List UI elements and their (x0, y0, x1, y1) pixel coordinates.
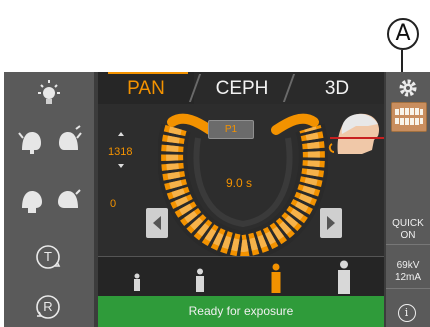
patient-head-left-icon[interactable] (16, 124, 46, 154)
light-bulb-icon[interactable] (36, 80, 62, 110)
tab-ceph[interactable]: CEPH (196, 72, 288, 104)
next-arrow-button[interactable] (320, 208, 342, 238)
tab-3d[interactable]: 3D (290, 72, 384, 104)
info-icon: i (398, 304, 416, 322)
xray-control-panel: T R PAN CEPH 3D 1318 0 P1 9.0 s Ready fo… (4, 72, 430, 327)
left-toolbar: T R (4, 72, 94, 327)
dentition-preview-button[interactable] (391, 102, 427, 132)
ma-value[interactable]: 12mA (386, 272, 430, 284)
r-rotate-icon[interactable]: R (35, 294, 61, 320)
program-badge[interactable]: P1 (208, 120, 254, 139)
arrow-left-icon (153, 216, 161, 230)
patient-adult-medium-icon[interactable] (270, 263, 282, 293)
annotation-callout-a: A (387, 18, 419, 50)
r-rotate-letter: R (43, 299, 53, 314)
gear-icon[interactable] (398, 78, 418, 98)
left-value-2[interactable]: 0 (110, 198, 116, 210)
t-rotate-letter: T (44, 249, 52, 264)
teeth-icon (392, 103, 426, 131)
info-button[interactable]: i (386, 300, 430, 327)
patient-size-selector (98, 256, 384, 297)
arrow-right-icon (327, 216, 335, 230)
quick-mode-state[interactable]: ON (386, 230, 430, 242)
left-value-1[interactable]: 1318 (108, 146, 132, 158)
patient-head-right-icon[interactable] (54, 124, 84, 154)
patient-head-back-right-icon[interactable] (54, 184, 84, 214)
patient-adult-large-icon[interactable] (336, 260, 352, 294)
t-rotate-icon[interactable]: T (35, 244, 61, 270)
patient-child-icon[interactable] (194, 268, 206, 292)
mode-tabs: PAN CEPH 3D (98, 72, 384, 104)
decrease-arrow-icon[interactable] (118, 164, 124, 168)
right-toolbar: QUICK ON 69kV 12mA i (386, 72, 430, 327)
divider (386, 288, 430, 289)
divider (386, 244, 430, 245)
quick-mode-label[interactable]: QUICK (386, 218, 430, 230)
status-bar: Ready for exposure (98, 296, 384, 327)
increase-arrow-icon[interactable] (118, 132, 124, 136)
kv-value[interactable]: 69kV (386, 260, 430, 272)
tab-pan[interactable]: PAN (98, 72, 194, 104)
patient-head-back-left-icon[interactable] (16, 184, 46, 214)
main-view: PAN CEPH 3D 1318 0 P1 9.0 s Ready for ex… (98, 72, 384, 327)
exposure-time: 9.0 s (226, 176, 253, 190)
head-profile-icon[interactable] (328, 110, 384, 156)
previous-arrow-button[interactable] (146, 208, 168, 238)
info-icon-glyph: i (404, 306, 409, 319)
patient-child-small-icon[interactable] (132, 273, 142, 291)
